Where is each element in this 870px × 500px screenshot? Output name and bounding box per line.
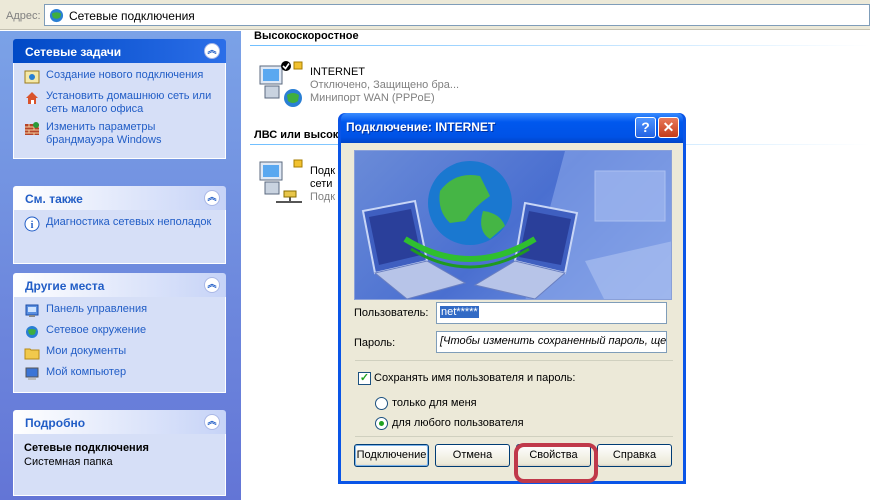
connect-dialog: Подключение: INTERNET ? ✕ Пользователь: … — [338, 113, 686, 484]
address-value: Сетевые подключения — [69, 9, 195, 23]
details-panel: Подробно ︽ Сетевые подключения Системная… — [13, 410, 226, 496]
see-also-panel: См. также ︽ i Диагностика сетевых непола… — [13, 186, 226, 264]
connection-banner-image — [354, 150, 672, 300]
section-divider — [250, 45, 870, 46]
properties-highlight-ring — [514, 443, 598, 483]
connect-button[interactable]: Подключение — [354, 444, 429, 467]
connection-internet[interactable]: INTERNET Отключено, Защищено бра... Мини… — [310, 66, 459, 105]
lan-line2: сети — [310, 178, 333, 190]
see-also-title: См. также — [25, 192, 83, 206]
collapse-chevron-icon[interactable]: ︽ — [204, 414, 220, 430]
address-label: Адрес: — [6, 10, 41, 22]
lan-connection-icon[interactable] — [256, 158, 304, 206]
save-credentials-label: Сохранять имя пользователя и пароль: — [374, 372, 576, 384]
other-places-title: Другие места — [25, 279, 105, 293]
network-tasks-header[interactable]: Сетевые задачи ︽ — [13, 39, 226, 63]
laptops-globe-illustration — [361, 151, 671, 299]
separator — [355, 360, 673, 361]
radio-only-me-label: только для меня — [392, 397, 477, 409]
place-control-panel[interactable]: Панель управления — [24, 303, 217, 319]
dialog-body: Пользователь: net***** Пароль: [Чтобы из… — [341, 143, 683, 481]
place-my-documents[interactable]: Мои документы — [24, 345, 217, 361]
radio-any-user[interactable] — [375, 417, 388, 430]
network-tasks-panel: Сетевые задачи ︽ Создание нового подключ… — [13, 39, 226, 159]
task-firewall-settings[interactable]: Изменить параметры брандмауэра Windows — [24, 121, 217, 147]
lan-line1: Подк — [310, 165, 336, 177]
place-network-places[interactable]: Сетевое окружение — [24, 324, 217, 340]
radio-any-user-label: для любого пользователя — [392, 417, 524, 429]
connection-name: INTERNET — [310, 66, 365, 78]
details-header[interactable]: Подробно ︽ — [13, 410, 226, 434]
other-places-panel: Другие места ︽ Панель управления Сетевое… — [13, 273, 226, 393]
task-home-network[interactable]: Установить домашнюю сеть или сеть малого… — [24, 90, 217, 116]
connection-device: Минипорт WAN (PPPoE) — [310, 92, 435, 104]
radio-only-me[interactable] — [375, 397, 388, 410]
radio-selected-dot — [379, 421, 384, 426]
place-my-computer[interactable]: Мой компьютер — [24, 366, 217, 382]
network-tasks-title: Сетевые задачи — [25, 45, 122, 59]
network-connections-icon — [49, 8, 64, 23]
broadband-connection-icon[interactable] — [256, 60, 304, 108]
collapse-chevron-icon[interactable]: ︽ — [204, 190, 220, 206]
username-input[interactable]: net***** — [436, 302, 667, 324]
details-type: Системная папка — [24, 456, 113, 468]
password-label: Пароль: — [354, 337, 396, 349]
details-title: Подробно — [25, 416, 86, 430]
see-also-header[interactable]: См. также ︽ — [13, 186, 226, 210]
help-button[interactable]: ? — [635, 117, 656, 138]
section-broadband-title: Высокоскоростное — [254, 30, 359, 42]
home-network-icon — [26, 92, 38, 104]
task-label: Изменить параметры брандмауэра Windows — [46, 121, 162, 146]
address-field[interactable]: Сетевые подключения — [44, 4, 870, 26]
task-create-connection[interactable]: Создание нового подключения — [24, 69, 217, 85]
firewall-icon — [25, 122, 39, 135]
task-label: Диагностика сетевых неполадок — [46, 216, 212, 228]
connection-status: Отключено, Защищено бра... — [310, 79, 460, 91]
dialog-title: Подключение: INTERNET — [346, 120, 496, 134]
cancel-button[interactable]: Отмена — [435, 444, 510, 467]
details-name: Сетевые подключения — [24, 442, 149, 454]
collapse-chevron-icon[interactable]: ︽ — [204, 277, 220, 293]
close-button[interactable]: ✕ — [658, 117, 679, 138]
task-network-diagnostics[interactable]: i Диагностика сетевых неполадок — [24, 216, 217, 232]
section-lan-title: ЛВС или высок — [254, 129, 339, 141]
place-label: Панель управления — [46, 303, 148, 315]
username-value: net***** — [440, 306, 479, 318]
place-label: Мои документы — [46, 345, 127, 357]
place-label: Сетевое окружение — [46, 324, 147, 336]
task-label: Создание нового подключения — [46, 69, 204, 81]
user-label: Пользователь: — [354, 307, 429, 319]
info-icon: i — [24, 216, 40, 232]
svg-text:i: i — [31, 220, 34, 231]
lan-line3: Подк — [310, 191, 336, 203]
separator — [355, 436, 673, 437]
my-computer-icon — [25, 367, 39, 380]
help-dialog-button[interactable]: Справка — [597, 444, 672, 467]
address-bar: Адрес: Сетевые подключения — [0, 0, 870, 30]
new-connection-icon — [24, 70, 40, 84]
network-places-icon — [26, 326, 38, 338]
password-input[interactable]: [Чтобы изменить сохраненный пароль, ще. — [436, 331, 667, 353]
task-label: Установить домашнюю сеть или сеть малого… — [46, 90, 212, 115]
dialog-titlebar[interactable]: Подключение: INTERNET ? ✕ — [341, 113, 683, 143]
place-label: Мой компьютер — [46, 366, 127, 378]
my-documents-icon — [24, 348, 40, 360]
other-places-header[interactable]: Другие места ︽ — [13, 273, 226, 297]
save-credentials-checkbox[interactable]: ✓ — [358, 372, 371, 385]
collapse-chevron-icon[interactable]: ︽ — [204, 43, 220, 59]
connection-lan[interactable]: Подк сети Подк — [310, 165, 335, 204]
task-pane: Сетевые задачи ︽ Создание нового подключ… — [0, 31, 241, 500]
control-panel-icon — [25, 304, 39, 317]
password-value: [Чтобы изменить сохраненный пароль, ще. — [440, 335, 667, 347]
